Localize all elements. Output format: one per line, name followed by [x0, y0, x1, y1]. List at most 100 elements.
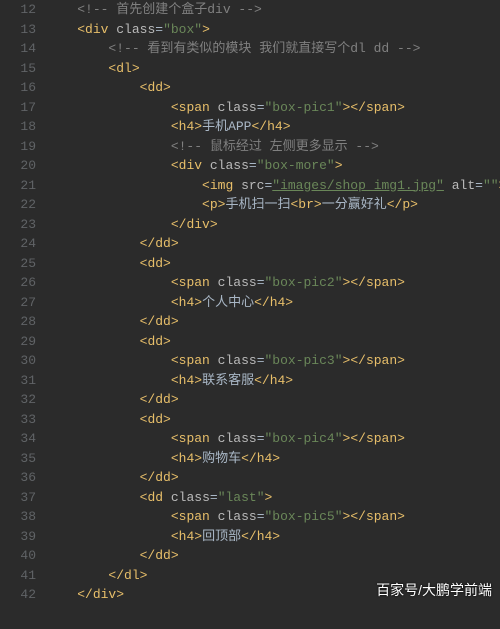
token-txt: 个人中心	[202, 295, 254, 310]
token-tag: span	[366, 275, 397, 290]
code-editor[interactable]: 12 <!-- 首先创建个盒子div -->13 <div class="box…	[0, 0, 500, 605]
code-line[interactable]: 22 <p>手机扫一扫<br>一分赢好礼</p>	[0, 195, 500, 215]
code-content[interactable]: <!-- 鼠标经过 左侧更多显示 -->	[46, 137, 500, 157]
code-content[interactable]: <dd class="last">	[46, 488, 500, 508]
code-content[interactable]: </dd>	[46, 468, 500, 488]
token-tag: dd	[147, 80, 163, 95]
line-number: 25	[0, 254, 46, 274]
token-str: "last"	[218, 490, 265, 505]
code-line[interactable]: 28 </dd>	[0, 312, 500, 332]
code-line[interactable]: 32 </dd>	[0, 390, 500, 410]
token-ang: >	[272, 451, 280, 466]
code-line[interactable]: 31 <h4>联系客服</h4>	[0, 371, 500, 391]
code-line[interactable]: 36 </dd>	[0, 468, 500, 488]
code-line[interactable]: 17 <span class="box-pic1"></span>	[0, 98, 500, 118]
code-line[interactable]: 16 <dd>	[0, 78, 500, 98]
code-content[interactable]: <span class="box-pic4"></span>	[46, 429, 500, 449]
code-line[interactable]: 33 <dd>	[0, 410, 500, 430]
code-content[interactable]: <dd>	[46, 78, 500, 98]
code-content[interactable]: <dl>	[46, 59, 500, 79]
token-ang: </	[171, 217, 187, 232]
code-line[interactable]: 40 </dd>	[0, 546, 500, 566]
token-txt	[163, 490, 171, 505]
token-ang: </	[77, 587, 93, 602]
code-content[interactable]: <span class="box-pic5"></span>	[46, 507, 500, 527]
token-tag: h4	[257, 451, 273, 466]
token-ang: <	[171, 100, 179, 115]
token-tag: dd	[155, 470, 171, 485]
code-line[interactable]: 14 <!-- 看到有类似的模块 我们就直接写个dl dd -->	[0, 39, 500, 59]
code-line[interactable]: 23 </div>	[0, 215, 500, 235]
token-tag: h4	[179, 529, 195, 544]
token-ang: <	[171, 353, 179, 368]
code-content[interactable]: </div>	[46, 585, 500, 605]
token-ang: <	[202, 197, 210, 212]
token-ang: >	[194, 451, 202, 466]
code-line[interactable]: 21 <img src="images/shop_img1.jpg" alt="…	[0, 176, 500, 196]
code-content[interactable]: </dd>	[46, 390, 500, 410]
code-line[interactable]: 34 <span class="box-pic4"></span>	[0, 429, 500, 449]
token-tag: h4	[270, 295, 286, 310]
code-line[interactable]: 35 <h4>购物车</h4>	[0, 449, 500, 469]
token-ang: <	[171, 295, 179, 310]
code-line[interactable]: 42 </div>	[0, 585, 500, 605]
code-line[interactable]: 30 <span class="box-pic3"></span>	[0, 351, 500, 371]
code-content[interactable]: </dd>	[46, 546, 500, 566]
token-ang: >	[171, 236, 179, 251]
code-content[interactable]: <h4>购物车</h4>	[46, 449, 500, 469]
code-content[interactable]: <span class="box-pic3"></span>	[46, 351, 500, 371]
line-number: 24	[0, 234, 46, 254]
code-content[interactable]: </dl>	[46, 566, 500, 586]
token-ang: >	[397, 353, 405, 368]
token-ang: >	[194, 119, 202, 134]
code-line[interactable]: 38 <span class="box-pic5"></span>	[0, 507, 500, 527]
token-eq: =	[210, 490, 218, 505]
code-line[interactable]: 27 <h4>个人中心</h4>	[0, 293, 500, 313]
code-line[interactable]: 19 <!-- 鼠标经过 左侧更多显示 -->	[0, 137, 500, 157]
code-content[interactable]: <h4>回顶部</h4>	[46, 527, 500, 547]
token-cm: <!-- 首先创建个盒子div -->	[77, 2, 262, 17]
code-content[interactable]: <!-- 首先创建个盒子div -->	[46, 0, 500, 20]
code-content[interactable]: <img src="images/shop_img1.jpg" alt="">	[46, 176, 500, 196]
code-line[interactable]: 39 <h4>回顶部</h4>	[0, 527, 500, 547]
code-line[interactable]: 20 <div class="box-more">	[0, 156, 500, 176]
token-ang: <	[202, 178, 210, 193]
code-content[interactable]: <div class="box-more">	[46, 156, 500, 176]
code-content[interactable]: </dd>	[46, 234, 500, 254]
code-content[interactable]: <span class="box-pic1"></span>	[46, 98, 500, 118]
line-number: 29	[0, 332, 46, 352]
code-line[interactable]: 15 <dl>	[0, 59, 500, 79]
code-content[interactable]: <h4>个人中心</h4>	[46, 293, 500, 313]
code-line[interactable]: 37 <dd class="last">	[0, 488, 500, 508]
code-content[interactable]: <p>手机扫一扫<br>一分赢好礼</p>	[46, 195, 500, 215]
code-line[interactable]: 26 <span class="box-pic2"></span>	[0, 273, 500, 293]
code-content[interactable]: </dd>	[46, 312, 500, 332]
code-content[interactable]: <dd>	[46, 254, 500, 274]
code-line[interactable]: 13 <div class="box">	[0, 20, 500, 40]
code-content[interactable]: <dd>	[46, 332, 500, 352]
token-str: "box-pic3"	[265, 353, 343, 368]
line-number: 18	[0, 117, 46, 137]
code-content[interactable]: <dd>	[46, 410, 500, 430]
token-str: "box-pic1"	[265, 100, 343, 115]
token-tag: span	[179, 100, 210, 115]
code-line[interactable]: 18 <h4>手机APP</h4>	[0, 117, 500, 137]
code-content[interactable]: </div>	[46, 215, 500, 235]
token-str: "box-more"	[257, 158, 335, 173]
token-str: "images/shop_img1.jpg"	[272, 178, 444, 193]
token-ang: >	[285, 373, 293, 388]
code-line[interactable]: 25 <dd>	[0, 254, 500, 274]
code-line[interactable]: 41 </dl>	[0, 566, 500, 586]
code-content[interactable]: <span class="box-pic2"></span>	[46, 273, 500, 293]
code-line[interactable]: 12 <!-- 首先创建个盒子div -->	[0, 0, 500, 20]
code-content[interactable]: <div class="box">	[46, 20, 500, 40]
line-number: 19	[0, 137, 46, 157]
code-content[interactable]: <h4>手机APP</h4>	[46, 117, 500, 137]
token-attr: class	[218, 100, 257, 115]
code-line[interactable]: 29 <dd>	[0, 332, 500, 352]
code-content[interactable]: <h4>联系客服</h4>	[46, 371, 500, 391]
token-ang: >	[132, 61, 140, 76]
code-line[interactable]: 24 </dd>	[0, 234, 500, 254]
line-number: 37	[0, 488, 46, 508]
code-content[interactable]: <!-- 看到有类似的模块 我们就直接写个dl dd -->	[46, 39, 500, 59]
